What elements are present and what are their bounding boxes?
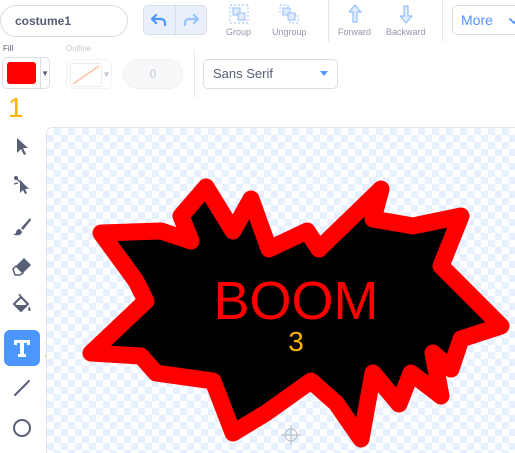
ungroup-button[interactable]: Ungroup [272,2,307,37]
undo-redo-group [143,5,207,35]
annotation-number: 1 [8,92,24,123]
select-tool[interactable] [4,128,40,164]
reshape-icon [13,176,29,194]
forward-button[interactable]: Forward [338,2,371,37]
costume-name-field[interactable]: costume1 [0,5,128,37]
fill-label: Fill [3,44,14,53]
forward-label: Forward [338,27,372,37]
undo-icon [151,13,167,27]
toolbar-divider [194,50,195,98]
circle-tool[interactable] [4,410,40,446]
paint-bucket-icon [13,294,31,312]
more-label: More [461,12,493,28]
more-button[interactable]: More [452,5,515,35]
chevron-down-icon: ▼ [40,58,49,88]
outline-label: Outline [66,44,92,53]
eraser-icon [12,258,31,276]
outline-color-swatch [70,63,102,87]
font-select[interactable]: Sans Serif [203,59,338,89]
outline-width-input[interactable]: 0 [123,59,183,89]
forward-icon [347,4,362,23]
toolbar-divider [328,0,329,42]
select-arrow-icon [17,138,28,155]
crosshair-icon [281,425,301,445]
redo-button[interactable] [175,6,206,34]
paint-canvas[interactable]: BOOM 3 [46,127,515,453]
group-button[interactable]: Group [226,2,251,37]
line-icon [14,380,30,396]
text-tool[interactable] [4,330,40,366]
font-select-value: Sans Serif [213,66,273,81]
fill-tool[interactable] [4,287,40,323]
no-color-icon [72,65,100,85]
redo-icon [183,13,199,27]
canvas-drawing: BOOM 3 [82,178,510,448]
caret-down-icon [320,71,328,76]
outline-color-picker[interactable]: ▼ [66,59,112,89]
text-t-icon [14,340,30,357]
chevron-down-icon [509,18,515,24]
ungroup-icon [279,4,299,24]
group-label: Group [226,27,252,37]
brush-tool[interactable] [4,208,40,244]
backward-label: Backward [386,27,426,37]
group-icon [229,4,248,24]
ungroup-label: Ungroup [272,27,307,37]
fill-color-swatch [7,62,37,84]
toolbar-divider [442,0,443,42]
reshape-tool[interactable] [4,166,40,202]
chevron-down-icon: ▼ [102,69,111,79]
boom-text: BOOM [213,271,378,331]
annotation-number: 3 [288,326,304,357]
backward-button[interactable]: Backward [386,2,426,37]
circle-icon [13,419,31,437]
undo-button[interactable] [144,6,176,34]
eraser-tool[interactable] [4,248,40,284]
line-tool[interactable] [4,370,40,406]
brush-icon [13,218,31,236]
fill-color-picker[interactable]: ▼ [2,57,50,89]
backward-icon [399,5,413,24]
